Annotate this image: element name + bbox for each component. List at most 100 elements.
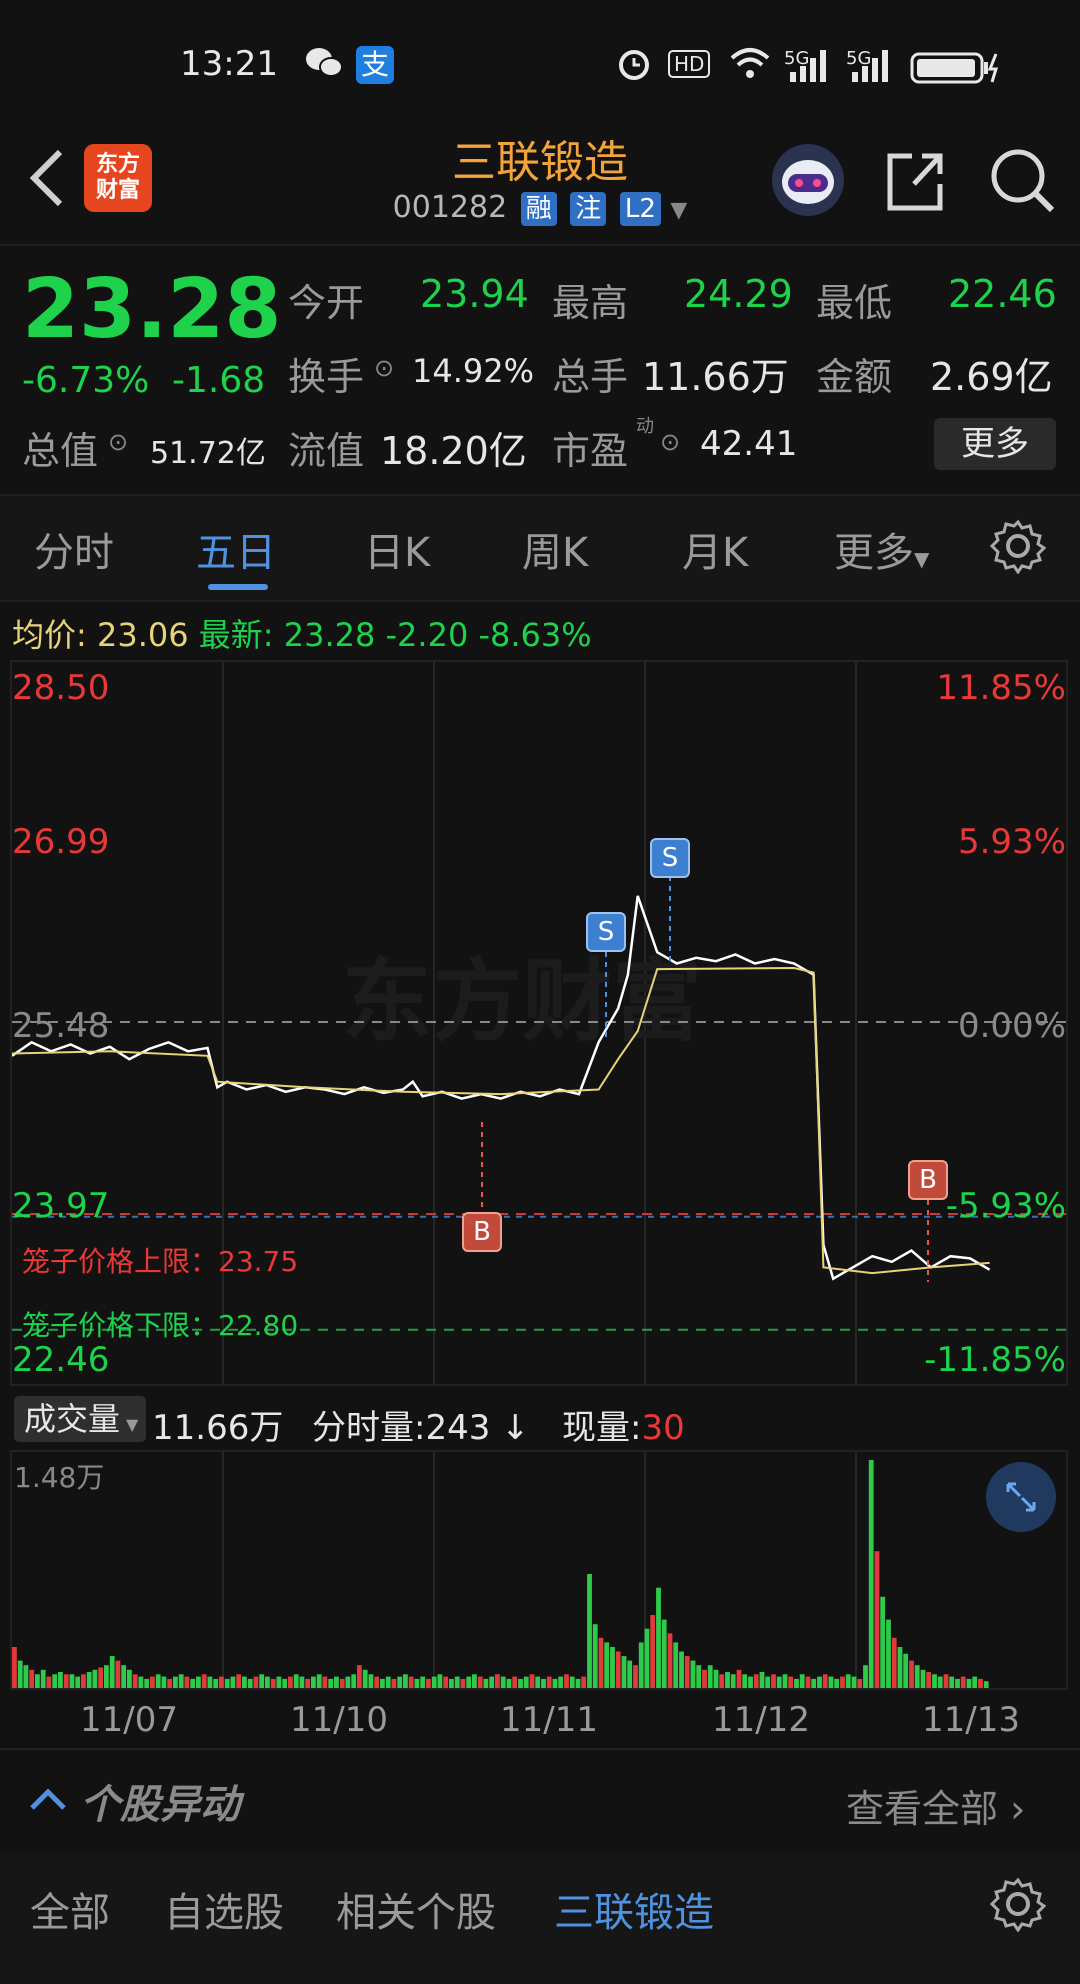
dropdown-icon[interactable]: ▼ (670, 198, 687, 223)
volume-bar (167, 1678, 173, 1688)
volume-bar (242, 1676, 247, 1688)
volume-bar (788, 1676, 794, 1688)
volume-bar (150, 1676, 155, 1688)
volume-bar (805, 1676, 811, 1688)
down-arrow-icon: ↓ (490, 1408, 530, 1448)
volume-bar (523, 1676, 529, 1688)
volume-bar (374, 1676, 380, 1688)
volume-bar (886, 1619, 891, 1688)
volume-bar (368, 1674, 374, 1688)
volume-bar (357, 1665, 362, 1688)
volume-bar (966, 1678, 972, 1688)
wifi-icon (728, 46, 772, 90)
volume-bar (857, 1678, 863, 1688)
more-button[interactable]: 更多 (934, 418, 1056, 470)
volume-bar (719, 1674, 725, 1688)
wechat-icon (304, 46, 344, 88)
volume-bar (811, 1678, 817, 1688)
volume-bar (29, 1669, 35, 1688)
robot-assistant-icon[interactable] (770, 142, 846, 218)
settings-icon[interactable] (989, 1876, 1047, 1936)
chevron-up-icon[interactable] (26, 1778, 70, 1822)
volume-bar (949, 1676, 955, 1688)
volume-bar (259, 1674, 265, 1688)
tab-all[interactable]: 全部 (30, 1880, 110, 1938)
volume-bar (546, 1676, 552, 1688)
volume-bar (328, 1678, 334, 1688)
pe-label: 市盈 (552, 429, 629, 473)
volume-bar (661, 1619, 667, 1688)
volume-bar (955, 1678, 960, 1688)
info-icon[interactable]: ⊙ (374, 354, 394, 382)
volume-total: 11.66万 (152, 1408, 284, 1448)
volume-bar (483, 1678, 489, 1688)
tab-related-stocks[interactable]: 相关个股 (336, 1880, 496, 1938)
volume-chart[interactable] (10, 1450, 1068, 1690)
volume-bar (98, 1667, 104, 1688)
cage-lower-label: 笼子价格下限：22.80 (22, 1309, 299, 1342)
volume-bar (40, 1669, 46, 1688)
buy-marker[interactable]: B (908, 1160, 948, 1200)
volume-bar (891, 1637, 897, 1688)
volume-bar (707, 1665, 713, 1688)
share-icon[interactable] (878, 142, 954, 218)
section-title: 个股异动 (80, 1782, 240, 1828)
sell-marker[interactable]: S (650, 838, 690, 878)
avg-value: 23.06 (96, 616, 189, 654)
volume-bar (840, 1676, 845, 1688)
date-label: 11/13 (922, 1700, 1020, 1740)
volume-bar (713, 1669, 719, 1688)
tab-daily-k[interactable]: 日K (364, 520, 430, 578)
volume-bar (178, 1674, 184, 1688)
volume-value: 11.66万 (642, 355, 789, 399)
tab-this-stock[interactable]: 三联锻造 (554, 1880, 714, 1938)
settings-icon[interactable] (989, 518, 1047, 578)
tab-more[interactable]: 更多▼ (834, 520, 929, 578)
info-icon[interactable]: ⊙ (660, 428, 680, 456)
volume-bar (391, 1678, 397, 1688)
tab-intraday[interactable]: 分时 (34, 520, 114, 578)
tab-weekly-k[interactable]: 周K (522, 520, 588, 578)
active-tab-indicator (208, 584, 268, 590)
open-label: 今开 (288, 281, 365, 325)
volume-bar (587, 1574, 592, 1688)
date-label: 11/12 (712, 1700, 810, 1740)
tab-monthly-k[interactable]: 月K (682, 520, 748, 578)
tab-five-day[interactable]: 五日 (196, 520, 276, 578)
volume-bar (725, 1672, 730, 1688)
info-icon[interactable]: ⊙ (108, 428, 128, 456)
volume-bar (604, 1642, 610, 1688)
float-value: 18.20亿 (380, 429, 527, 473)
price-label-mid: 25.48 (12, 1006, 110, 1046)
volume-bar (736, 1669, 742, 1688)
volume-bar (138, 1676, 144, 1688)
volume-bar (897, 1647, 903, 1688)
tab-watchlist[interactable]: 自选股 (164, 1880, 284, 1938)
volume-bar (161, 1676, 167, 1688)
chevron-down-icon: ▼ (914, 547, 930, 571)
volume-bar (834, 1678, 840, 1688)
volume-bar (23, 1665, 29, 1688)
buy-marker[interactable]: B (462, 1212, 502, 1252)
volume-bar (247, 1678, 253, 1688)
sell-marker[interactable]: S (586, 912, 626, 952)
search-icon[interactable] (984, 142, 1060, 218)
volume-bar (75, 1676, 81, 1688)
change-percent: -6.73% (22, 360, 150, 401)
volume-bar (909, 1660, 914, 1688)
cage-upper-label: 笼子价格上限：23.75 (22, 1245, 299, 1278)
view-all-link[interactable]: 查看全部 › (846, 1778, 1025, 1833)
volume-bar (552, 1678, 558, 1688)
expand-icon[interactable] (986, 1462, 1056, 1532)
price-label-bottom: 22.46 (12, 1340, 110, 1380)
volume-bar (52, 1674, 58, 1688)
volume-bar (397, 1676, 403, 1688)
volume-bar (742, 1674, 748, 1688)
view-all-label: 查看全部 (846, 1787, 999, 1831)
volume-bar (115, 1660, 121, 1688)
volume-selector[interactable]: 成交量 ▼ (14, 1396, 146, 1442)
volume-bar (972, 1676, 978, 1688)
volume-bar (351, 1674, 357, 1688)
volume-bar (903, 1653, 909, 1688)
volume-bar (782, 1674, 788, 1688)
